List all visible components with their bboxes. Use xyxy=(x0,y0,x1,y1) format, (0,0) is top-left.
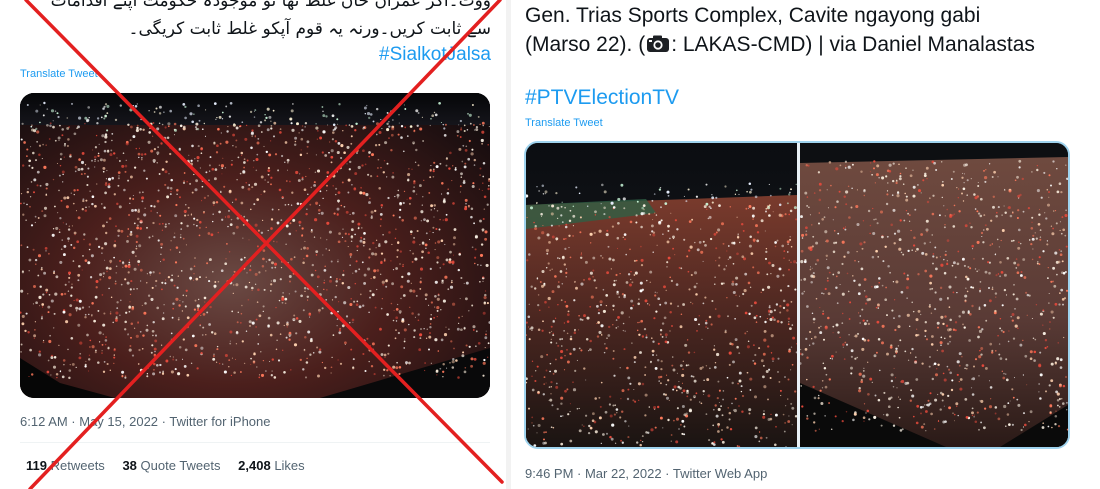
translate-tweet-link[interactable]: Translate Tweet xyxy=(20,68,98,80)
screenshot-separator xyxy=(506,0,511,489)
left-tweet-screenshot: ووٹ۔اگر عمران خان غلط تھا تو موجودہ حکوم… xyxy=(0,0,505,489)
retweets-label[interactable]: Retweets xyxy=(51,458,105,473)
likes-label[interactable]: Likes xyxy=(274,458,304,473)
tweet-timestamp[interactable]: 9:46 PM · Mar 22, 2022 · Twitter Web App xyxy=(525,466,767,481)
tweet-photo[interactable] xyxy=(20,93,490,398)
tweet-text-segment: : LAKAS-CMD) | via Daniel Manalastas xyxy=(671,33,1035,56)
tweet-text-segment: (Marso 22). ( xyxy=(525,33,646,56)
crowd-night-photo xyxy=(20,93,490,398)
translate-tweet-link[interactable]: Translate Tweet xyxy=(525,117,603,129)
hashtag-link[interactable]: #PTVElectionTV xyxy=(525,86,679,110)
likes-count[interactable]: 2,408 xyxy=(238,458,271,473)
tweet-timestamp[interactable]: 6:12 AM · May 15, 2022 · Twitter for iPh… xyxy=(20,414,271,429)
quote-tweets-label[interactable]: Quote Tweets xyxy=(141,458,221,473)
tweet-text-line: ووٹ۔اگر عمران خان غلط تھا تو موجودہ حکوم… xyxy=(50,0,491,11)
camera-icon xyxy=(647,35,670,52)
tweet-text-line: (Marso 22). ( : LAKAS-CMD) | via Daniel M… xyxy=(525,33,1035,57)
photo-separator xyxy=(797,143,800,447)
tweet-text-line: سے ثابت کریں۔ورنہ یہ قوم آپکو غلط ثابت ک… xyxy=(128,19,491,39)
tweet-text-line: Gen. Trias Sports Complex, Cavite ngayon… xyxy=(525,4,981,27)
retweets-count[interactable]: 119 xyxy=(26,458,47,473)
engagement-stats: 119 Retweets 38 Quote Tweets 2,408 Likes xyxy=(26,458,305,473)
divider xyxy=(20,442,490,443)
tweet-photo-grid xyxy=(524,141,1070,449)
hashtag-link[interactable]: #SialkotJalsa xyxy=(379,44,491,66)
quote-tweets-count[interactable]: 38 xyxy=(122,458,136,473)
right-tweet-screenshot: Gen. Trias Sports Complex, Cavite ngayon… xyxy=(512,0,1100,489)
